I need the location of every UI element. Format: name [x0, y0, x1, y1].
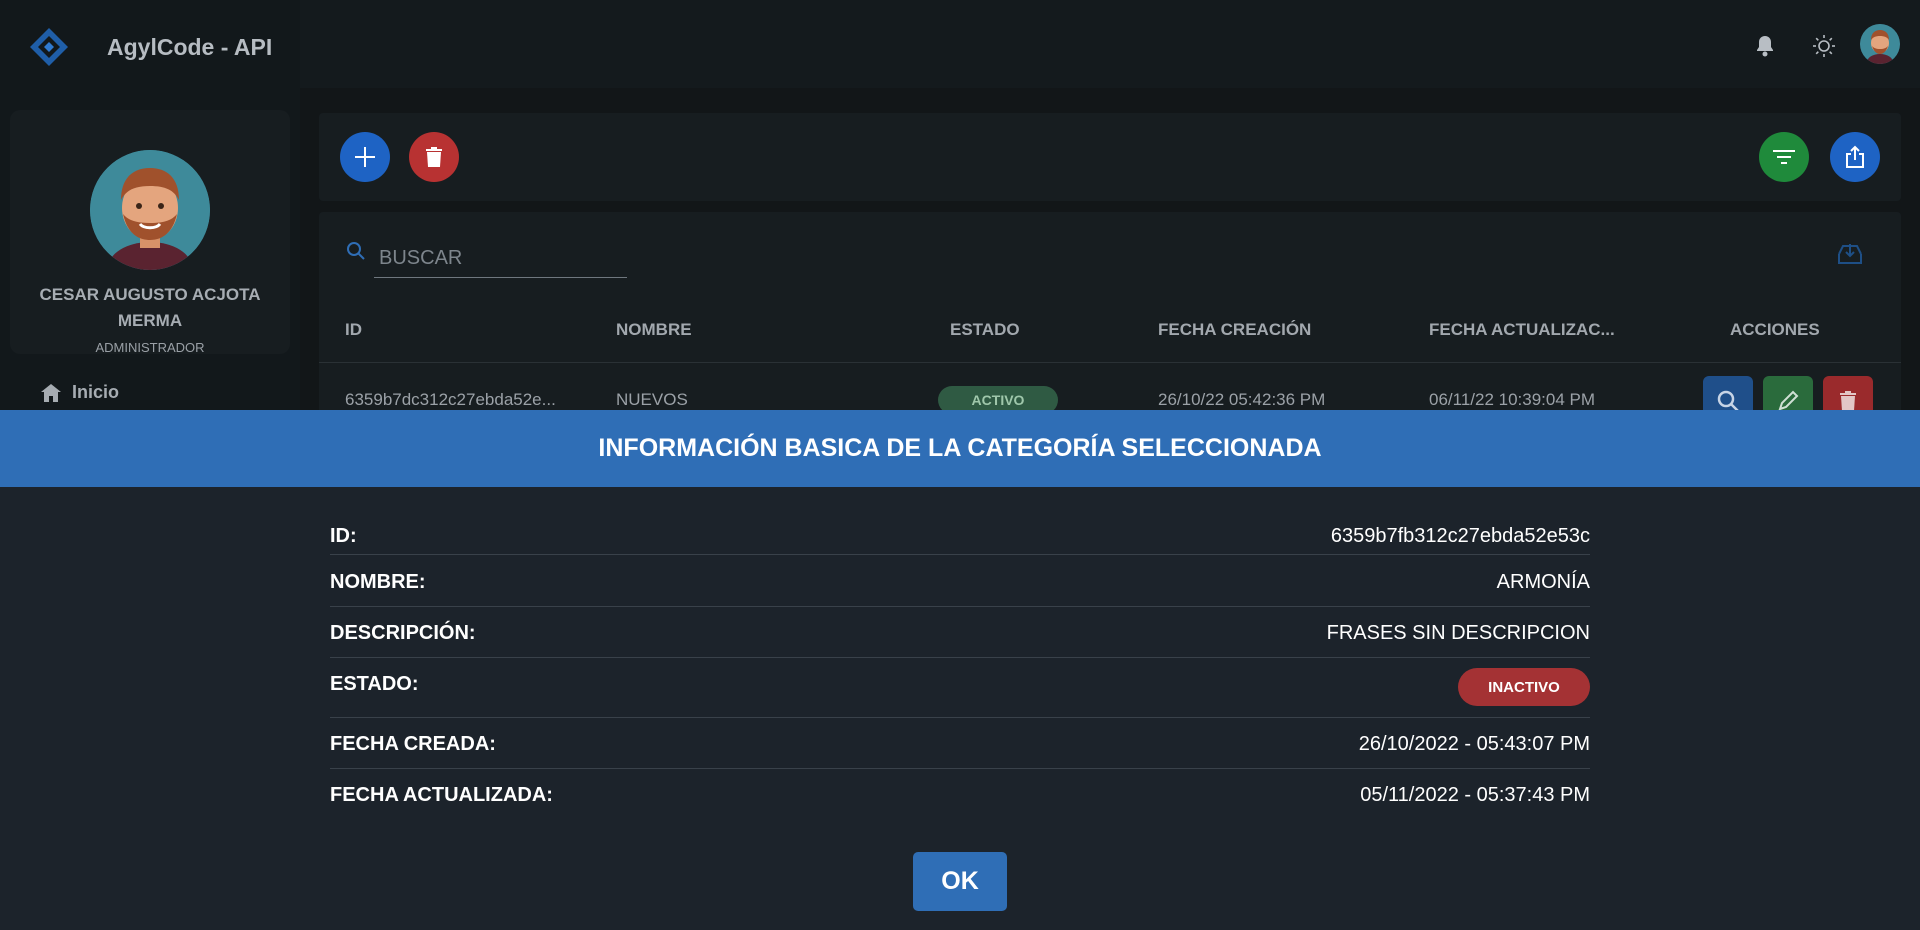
info-row-fecha-actualizada: FECHA ACTUALIZADA: 05/11/2022 - 05:37:43… — [330, 770, 1590, 814]
toolbar-panel — [319, 113, 1901, 201]
add-icon — [355, 147, 375, 167]
table-header-divider — [319, 362, 1901, 363]
delete-button[interactable] — [409, 132, 459, 182]
home-icon — [41, 383, 61, 402]
info-value: ARMONÍA — [1496, 571, 1590, 593]
sidebar-item-label: Inicio — [72, 382, 120, 402]
trash-icon — [1840, 391, 1856, 411]
info-row-nombre: NOMBRE: ARMONÍA — [330, 556, 1590, 607]
info-row-estado: ESTADO: INACTIVO — [330, 659, 1590, 718]
brand-area: AgylCode - API — [0, 0, 300, 88]
search-icon — [346, 241, 366, 266]
search-input[interactable] — [374, 240, 627, 278]
info-row-id: ID: 6359b7fb312c27ebda52e53c — [330, 523, 1590, 555]
info-label: ID: — [330, 525, 357, 547]
profile-name: CESAR AUGUSTO ACJOTA MERMA — [39, 285, 261, 330]
ok-button[interactable]: OK — [913, 852, 1007, 911]
th-acciones: ACCIONES — [1730, 320, 1820, 339]
info-label: NOMBRE: — [330, 571, 426, 593]
cell-id: 6359b7dc312c27ebda52e... — [345, 390, 556, 409]
bell-icon[interactable] — [1747, 28, 1783, 64]
user-avatar[interactable] — [1860, 24, 1900, 64]
add-button[interactable] — [340, 132, 390, 182]
th-nombre[interactable]: NOMBRE — [616, 320, 692, 340]
info-label: DESCRIPCIÓN: — [330, 622, 476, 644]
app-logo-icon — [30, 28, 68, 66]
info-value: FRASES SIN DESCRIPCION — [1326, 622, 1590, 644]
th-fecha-actualizacion[interactable]: FECHA ACTUALIZAC... — [1429, 320, 1615, 340]
th-fecha-creacion[interactable]: FECHA CREACIÓN — [1158, 320, 1311, 340]
th-id[interactable]: ID — [345, 320, 362, 340]
profile-avatar — [90, 150, 210, 270]
filter-icon — [1773, 150, 1795, 164]
info-row-fecha-creada: FECHA CREADA: 26/10/2022 - 05:43:07 PM — [330, 719, 1590, 769]
cell-fecha-actualizacion: 06/11/22 10:39:04 PM — [1429, 390, 1596, 409]
top-bar: AgylCode - API — [0, 0, 1920, 88]
export-icon — [1846, 145, 1864, 168]
status-badge: INACTIVO — [1458, 668, 1590, 706]
download-icon[interactable] — [1836, 240, 1864, 271]
sidebar-item-inicio[interactable]: Inicio — [40, 382, 119, 403]
info-value: 26/10/2022 - 05:43:07 PM — [1358, 733, 1590, 755]
modal-title: INFORMACIÓN BASICA DE LA CATEGORÍA SELEC… — [598, 434, 1322, 462]
modal-header: INFORMACIÓN BASICA DE LA CATEGORÍA SELEC… — [0, 410, 1920, 487]
trash-icon — [426, 147, 442, 167]
brightness-icon[interactable] — [1806, 28, 1842, 64]
info-label: ESTADO: — [330, 673, 419, 695]
export-button[interactable] — [1830, 132, 1880, 182]
info-value: 6359b7fb312c27ebda52e53c — [1330, 525, 1590, 547]
info-label: FECHA ACTUALIZADA: — [330, 784, 553, 806]
info-label: FECHA CREADA: — [330, 733, 496, 755]
th-estado[interactable]: ESTADO — [950, 320, 1020, 340]
filter-button[interactable] — [1759, 132, 1809, 182]
info-row-descripcion: DESCRIPCIÓN: FRASES SIN DESCRIPCION — [330, 608, 1590, 658]
profile-role: ADMINISTRADOR — [95, 340, 205, 355]
cell-fecha-creacion: 26/10/22 05:42:36 PM — [1158, 390, 1326, 409]
profile-card: CESAR AUGUSTO ACJOTA MERMA ADMINISTRADOR — [10, 110, 290, 355]
info-value: 05/11/2022 - 05:37:43 PM — [1360, 784, 1590, 806]
app-title: AgylCode - API — [107, 34, 273, 60]
cell-nombre: NUEVOS — [616, 390, 688, 409]
